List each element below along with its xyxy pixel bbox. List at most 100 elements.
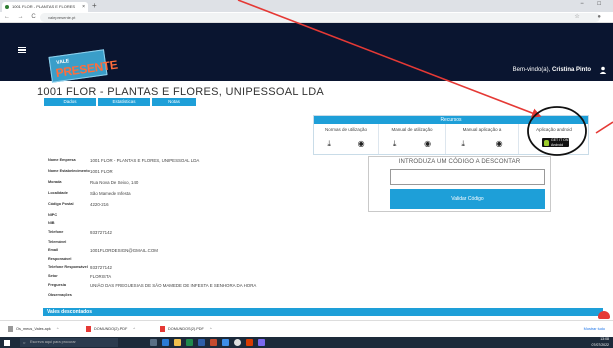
bookmark-icon[interactable]: ☆ ● (574, 12, 609, 23)
badge-top: GET IT ON (551, 138, 569, 142)
taskbar: Escreva aqui para procurar 13:08 07/07/2… (0, 337, 613, 348)
view-icon[interactable]: ◉ (358, 139, 365, 149)
download-item-name: DOMUNDO(2).PDF (94, 327, 128, 331)
info-value: UNIÃO DAS FREGUESIAS DE SÃO MAMEDE DE IN… (90, 283, 257, 288)
file-explorer-icon[interactable] (174, 339, 181, 346)
downloads-bar: Os_meus_Vales.apk ^ DOMUNDO(2).PDF ^ DOMUN… (0, 320, 613, 337)
menu-icon[interactable] (18, 47, 26, 53)
taskbar-search-input[interactable]: Escreva aqui para procurar (20, 338, 118, 347)
info-label: Email (48, 248, 59, 252)
android-app-badge[interactable]: GET IT ON Android (542, 138, 569, 147)
windows-start-icon[interactable] (4, 340, 10, 346)
download-icon[interactable]: ⤓ (393, 139, 397, 149)
download-icon[interactable]: ⤓ (461, 139, 465, 149)
tab-notas[interactable]: Notas (152, 98, 196, 106)
info-label: Observações (48, 293, 72, 297)
download-item[interactable]: Os_meus_Vales.apk ^ (8, 325, 59, 334)
welcome-prefix: Bem-vindo(a), (512, 67, 551, 73)
cloud-icon[interactable] (598, 311, 610, 319)
user-name: Cristina Pinto (551, 67, 591, 73)
teams-icon[interactable] (258, 339, 265, 346)
pdf-icon (86, 326, 91, 332)
info-value: Rua Nova De Seixo, 140 (90, 180, 139, 185)
chevron-up-icon[interactable]: ^ (133, 327, 135, 331)
info-value: 933727142 (90, 230, 112, 235)
info-value: 1001 FLOR (90, 169, 113, 174)
info-label: Telefone Responsável (48, 265, 88, 269)
info-label: Localidade (48, 191, 68, 195)
info-label: NIB (48, 221, 55, 225)
chevron-up-icon[interactable]: ^ (210, 327, 212, 331)
edge-icon[interactable] (162, 339, 169, 346)
app-icon[interactable] (246, 339, 253, 346)
browser-tab-bar: 1001 FLOR - PLANTAS E FLORES × + − □ (0, 0, 613, 12)
info-label: Código Postal (48, 202, 74, 206)
tab-dados[interactable]: Dados (44, 98, 96, 106)
recursos-col-android: Aplicação android GET IT ON Android (519, 124, 589, 154)
download-item-name: DOMUNDOS(2).PDF (168, 327, 204, 331)
vales-section-header: Vales descontados (43, 308, 603, 316)
new-tab-button[interactable]: + (92, 1, 97, 11)
word-icon[interactable] (198, 339, 205, 346)
col-header: Normas de utilização (324, 127, 368, 132)
address-bar-row: ← → C ⌂ valepresente.pt ☆ ● (0, 12, 613, 23)
info-value: 1001 FLOR - PLANTAS E FLORES, UNIPESSOAL… (90, 158, 200, 163)
user-icon[interactable] (599, 66, 607, 74)
badge-bottom: Android (551, 142, 564, 147)
download-item[interactable]: DOMUNDO(2).PDF ^ (86, 325, 135, 334)
info-label: Telefone (48, 230, 64, 234)
info-label: NIPC (48, 213, 58, 217)
download-icon[interactable]: ⤓ (327, 139, 331, 149)
info-label: Freguesia (48, 283, 66, 287)
clock-time: 13:08 (600, 337, 609, 341)
outlook-icon[interactable] (222, 339, 229, 346)
info-value: São Mamede Infesta (90, 191, 131, 196)
recursos-col-manual: Manual de utilização ⤓ ◉ (379, 124, 446, 154)
recursos-panel: Recursos Normas de utilização ⤓ ◉ Manual… (313, 115, 589, 155)
chevron-up-icon[interactable]: ^ (57, 327, 59, 331)
info-label: Morada (48, 180, 62, 184)
code-panel: INTRODUZA UM CÓDIGO A DESCONTAR Validar … (368, 156, 551, 212)
code-title: INTRODUZA UM CÓDIGO A DESCONTAR (398, 159, 521, 165)
info-label: Nome Estabelecimento (48, 169, 90, 173)
col-header: Manual aplicação a (462, 127, 502, 132)
info-value: FLORISTA (90, 274, 112, 279)
clock-date: 07/07/2022 (591, 342, 609, 347)
download-item[interactable]: DOMUNDOS(2).PDF ^ (160, 325, 212, 334)
validate-code-button[interactable]: Validar Código (390, 189, 545, 209)
file-icon (8, 326, 13, 332)
pdf-icon (160, 326, 165, 332)
recursos-col-manual-aplicacao: Manual aplicação a ⤓ ◉ (446, 124, 519, 154)
download-item-name: Os_meus_Vales.apk (16, 327, 51, 331)
system-tray-clock[interactable]: 13:08 07/07/2022 (591, 337, 609, 348)
info-label: Responsável (48, 257, 72, 261)
powerpoint-icon[interactable] (210, 339, 217, 346)
url-field[interactable]: valepresente.pt (40, 13, 600, 22)
tab-estatisticas[interactable]: Estatísticas (98, 98, 150, 106)
task-view-icon[interactable] (150, 339, 157, 346)
info-label: Nome Empresa (48, 158, 76, 162)
info-label: Telemóvel (48, 240, 67, 244)
excel-icon[interactable] (186, 339, 193, 346)
page-title: 1001 FLOR - PLANTAS E FLORES, UNIPESSOAL… (37, 86, 325, 98)
annotation-arrow (595, 121, 613, 134)
recursos-title: Recursos (314, 116, 588, 124)
android-icon (544, 139, 549, 146)
view-icon[interactable]: ◉ (424, 139, 431, 149)
recursos-col-normas: Normas de utilização ⤓ ◉ (314, 124, 379, 154)
info-label: Setor (48, 274, 58, 278)
code-input[interactable] (390, 169, 545, 185)
favicon-icon (5, 5, 9, 9)
info-value: 1001FLORDESIGN@GMAIL.COM (90, 248, 158, 253)
show-all-link[interactable]: Mostrar tudo (584, 325, 605, 334)
welcome-text: Bem-vindo(a), Cristina Pinto (513, 67, 591, 73)
window-controls[interactable]: − □ (580, 1, 607, 7)
browser-tab[interactable]: 1001 FLOR - PLANTAS E FLORES × (2, 2, 88, 12)
view-icon[interactable]: ◉ (496, 139, 503, 149)
col-header: Aplicação android (536, 127, 572, 132)
browser-tab-title: 1001 FLOR - PLANTAS E FLORES (12, 4, 76, 9)
info-value: 4220-216 (90, 202, 109, 207)
chrome-icon[interactable] (234, 339, 241, 346)
info-value: 933727142 (90, 265, 112, 270)
close-tab-icon[interactable]: × (82, 2, 85, 12)
